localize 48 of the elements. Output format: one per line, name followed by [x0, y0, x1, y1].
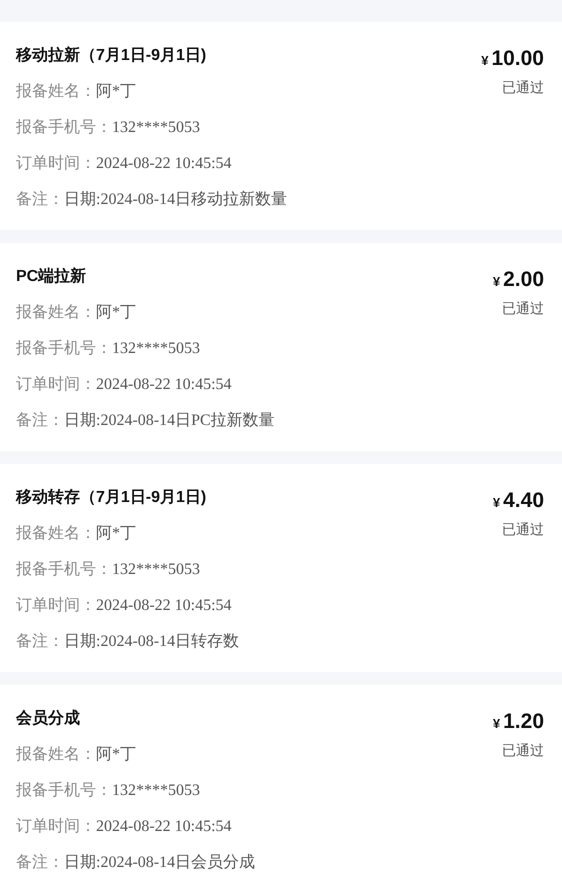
- currency-symbol: ¥: [492, 494, 500, 512]
- currency-symbol: ¥: [481, 52, 488, 70]
- order-amount: 2.00: [503, 267, 544, 293]
- field-label: 订单时间：: [16, 816, 96, 837]
- field-label: 报备手机号：: [16, 560, 112, 580]
- field-value: 阿*丁: [96, 303, 136, 323]
- field-value: 日期:2024-08-14日会员分成: [64, 852, 256, 873]
- order-title: 移动拉新（7月1日-9月1日): [16, 45, 208, 66]
- field-label: 报备姓名：: [16, 524, 96, 544]
- field-label: 报备姓名：: [16, 303, 96, 323]
- field-value: 132****5053: [112, 339, 200, 359]
- field-label: 备注：: [16, 410, 64, 431]
- field-value: 132****5053: [112, 781, 200, 801]
- field-value: 2024-08-22 10:45:54: [96, 154, 232, 174]
- order-status: 已通过: [502, 299, 544, 317]
- field-value: 阿*丁: [96, 745, 136, 765]
- field-value: 132****5053: [112, 118, 200, 138]
- field-label: 报备手机号：: [16, 118, 112, 138]
- field-label: 报备手机号：: [16, 338, 112, 359]
- order-title: 移动转存（7月1日-9月1日): [16, 488, 208, 508]
- field-value: 阿*丁: [96, 82, 136, 102]
- order-amount: 4.40: [503, 488, 544, 514]
- field-value: 132****5053: [112, 560, 200, 580]
- order-title: PC端拉新: [16, 266, 88, 287]
- field-label: 报备姓名：: [16, 745, 96, 765]
- currency-symbol: ¥: [492, 273, 500, 291]
- field-value: 2024-08-22 10:45:54: [96, 375, 232, 395]
- field-label: 订单时间：: [16, 374, 96, 395]
- field-label: 订单时间：: [16, 154, 96, 174]
- currency-symbol: ¥: [492, 715, 500, 733]
- order-status: 已通过: [502, 78, 544, 96]
- field-label: 报备姓名：: [16, 82, 96, 102]
- field-label: 订单时间：: [16, 596, 96, 616]
- field-value: 阿*丁: [96, 524, 136, 544]
- field-value: 日期:2024-08-14日PC拉新数量: [64, 410, 275, 431]
- order-amount: 10.00: [491, 46, 544, 72]
- field-label: 备注：: [16, 632, 64, 652]
- order-amount: 1.20: [503, 709, 544, 735]
- field-value: 2024-08-22 10:45:54: [96, 596, 232, 616]
- field-value: 日期:2024-08-14日移动拉新数量: [64, 190, 288, 210]
- field-label: 备注：: [16, 190, 64, 210]
- order-title: 会员分成: [16, 708, 81, 729]
- field-label: 备注：: [16, 852, 64, 873]
- field-value: 日期:2024-08-14日转存数: [64, 632, 240, 652]
- order-status: 已通过: [502, 520, 544, 538]
- field-value: 2024-08-22 10:45:54: [96, 817, 232, 837]
- field-label: 报备手机号：: [16, 780, 112, 801]
- order-status: 已通过: [502, 741, 544, 759]
